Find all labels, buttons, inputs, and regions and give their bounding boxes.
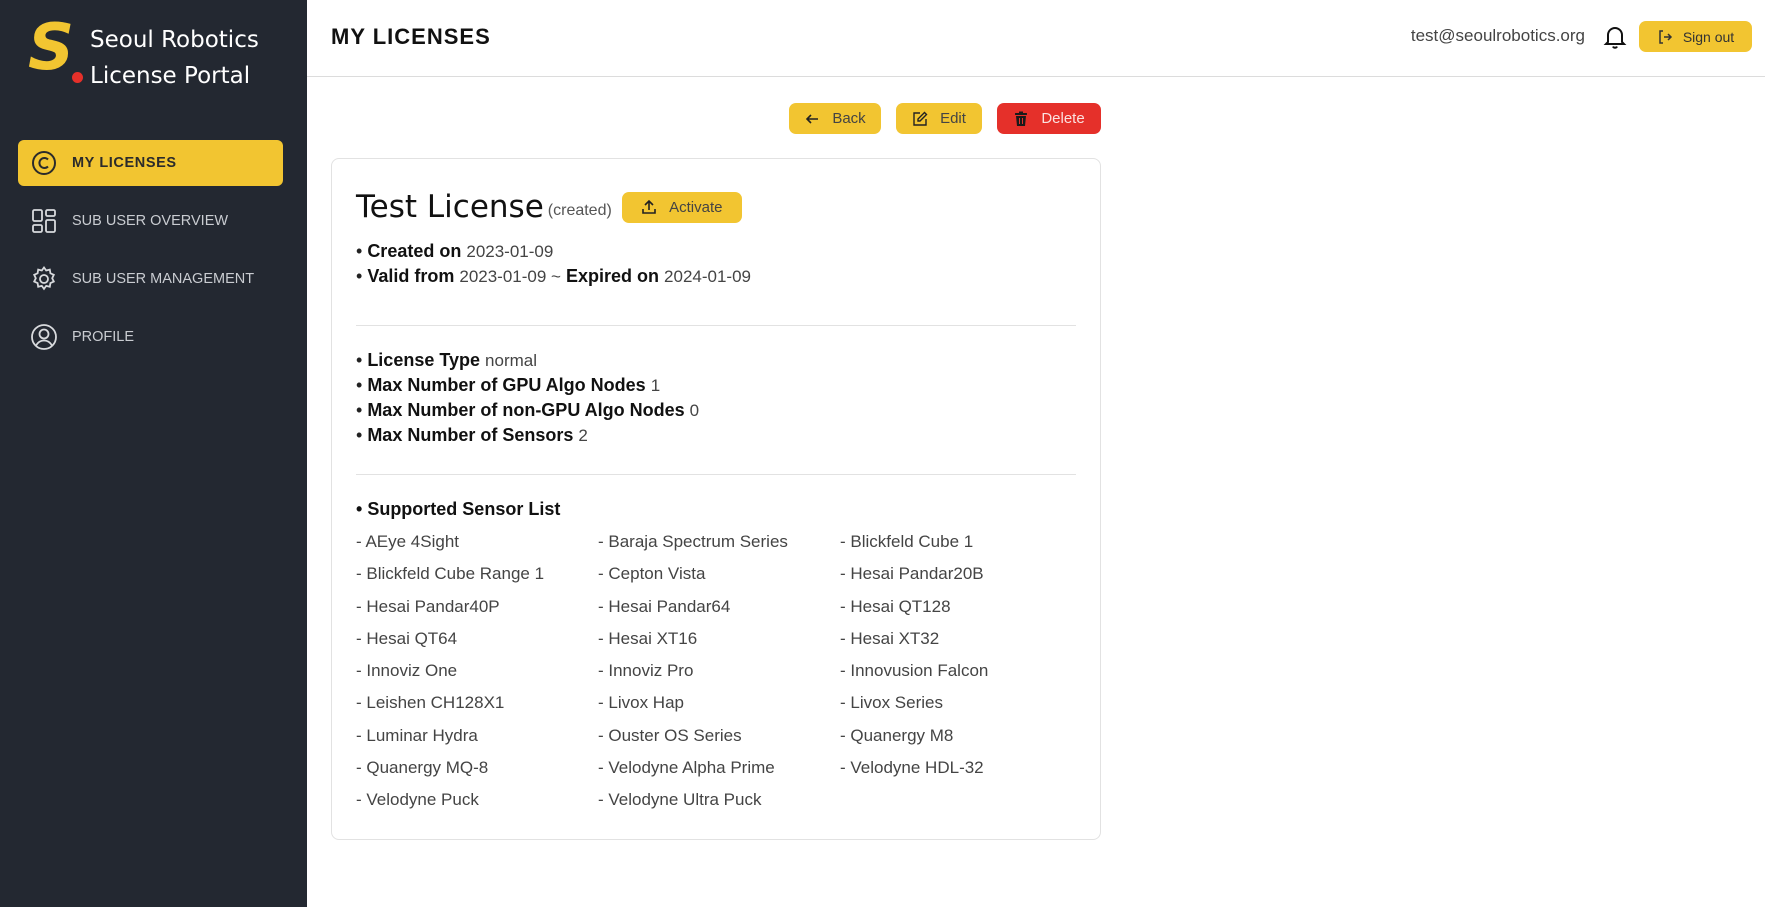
valid-from-value: 2023-01-09 ~ bbox=[459, 267, 561, 286]
list-item: - Innoviz One bbox=[356, 661, 458, 681]
sensor-list: - AEye 4Sight - Baraja Spectrum Series -… bbox=[356, 532, 1082, 823]
nongpu-nodes-row: • Max Number of non-GPU Algo Nodes 0 bbox=[356, 400, 700, 420]
arrow-left-icon bbox=[806, 113, 819, 124]
list-item: - Velodyne HDL-32 bbox=[840, 758, 984, 778]
list-item: - Quanergy M8 bbox=[840, 725, 954, 745]
list-item: - Luminar Hydra bbox=[356, 725, 478, 745]
validity-row: • Valid from 2023-01-09 ~ Expired on 202… bbox=[356, 266, 751, 286]
expired-on-label: Expired on bbox=[566, 266, 660, 286]
logo: S bbox=[28, 16, 84, 88]
bell-icon[interactable] bbox=[1603, 24, 1627, 50]
delete-button[interactable]: Delete bbox=[997, 103, 1101, 134]
list-item: - Hesai Pandar40P bbox=[356, 596, 500, 616]
brand-line-1: Seoul Robotics bbox=[90, 27, 259, 53]
sidebar-item-profile[interactable]: PROFILE bbox=[18, 314, 283, 360]
user-email: test@seoulrobotics.org bbox=[1410, 26, 1585, 45]
brand[interactable]: S Seoul Robotics License Portal bbox=[28, 16, 259, 94]
license-type-label: License Type bbox=[367, 350, 481, 370]
nongpu-nodes-label: Max Number of non-GPU Algo Nodes bbox=[367, 400, 685, 420]
logo-dot bbox=[72, 72, 83, 83]
trash-icon bbox=[1015, 111, 1028, 126]
license-header: Test License (created) Activate bbox=[356, 189, 742, 225]
back-button[interactable]: Back bbox=[789, 103, 881, 134]
list-item: - Leishen CH128X1 bbox=[356, 693, 505, 713]
list-item: - Hesai Pandar20B bbox=[840, 564, 984, 584]
gpu-nodes-value: 1 bbox=[650, 376, 661, 395]
gpu-nodes-row: • Max Number of GPU Algo Nodes 1 bbox=[356, 375, 661, 395]
list-item: - Hesai QT128 bbox=[840, 596, 951, 616]
sidebar-nav: MY LICENSES SUB USER OVERVIEW SUB USER M… bbox=[18, 140, 283, 372]
sidebar-item-sub-user-management[interactable]: SUB USER MANAGEMENT bbox=[18, 256, 283, 302]
top-header: MY LICENSES test@seoulrobotics.org Sign … bbox=[307, 0, 1765, 77]
sign-out-icon bbox=[1659, 29, 1672, 44]
list-item: - AEye 4Sight bbox=[356, 532, 460, 551]
created-on-label: Created on bbox=[367, 241, 462, 261]
activate-button[interactable]: Activate bbox=[621, 191, 742, 223]
list-item: - Velodyne Ultra Puck bbox=[598, 790, 762, 810]
list-item: - Hesai QT64 bbox=[356, 628, 458, 648]
sidebar-item-my-licenses[interactable]: MY LICENSES bbox=[18, 140, 283, 186]
edit-icon bbox=[913, 111, 928, 126]
sidebar-item-label: SUB USER MANAGEMENT bbox=[72, 271, 255, 287]
license-status: (created) bbox=[547, 202, 612, 219]
gpu-nodes-label: Max Number of GPU Algo Nodes bbox=[367, 375, 646, 395]
activate-label: Activate bbox=[669, 198, 723, 216]
sensors-row: • Max Number of Sensors 2 bbox=[356, 425, 588, 445]
grid-icon bbox=[30, 207, 58, 235]
gear-icon bbox=[30, 265, 58, 293]
limits-section: • License Type normal • Max Number of GP… bbox=[356, 348, 699, 448]
page-title: MY LICENSES bbox=[331, 24, 491, 49]
list-item: - Velodyne Alpha Prime bbox=[598, 758, 775, 778]
list-item: - Blickfeld Cube Range 1 bbox=[356, 564, 545, 584]
brand-line-2: License Portal bbox=[90, 63, 251, 89]
sign-out-button[interactable]: Sign out bbox=[1639, 21, 1752, 52]
nongpu-nodes-value: 0 bbox=[689, 401, 700, 420]
upload-icon bbox=[642, 199, 656, 214]
license-type-row: • License Type normal bbox=[356, 350, 538, 370]
sensor-list-title: • Supported Sensor List bbox=[356, 499, 561, 519]
logo-letter: S bbox=[28, 11, 75, 85]
dates-section: • Created on 2023-01-09 • Valid from 202… bbox=[356, 239, 751, 289]
list-item: - Baraja Spectrum Series bbox=[598, 532, 788, 551]
list-item: - Blickfeld Cube 1 bbox=[840, 532, 974, 551]
list-item: - Cepton Vista bbox=[598, 564, 706, 584]
created-on-value: 2023-01-09 bbox=[466, 242, 554, 261]
list-item: - Hesai XT32 bbox=[840, 628, 940, 648]
sidebar-item-sub-user-overview[interactable]: SUB USER OVERVIEW bbox=[18, 198, 283, 244]
list-item: - Livox Series bbox=[840, 693, 943, 713]
list-item: - Hesai Pandar64 bbox=[598, 596, 731, 616]
license-type-value: normal bbox=[485, 351, 538, 370]
brand-text: Seoul Robotics License Portal bbox=[90, 22, 259, 94]
sidebar: S Seoul Robotics License Portal MY LICEN… bbox=[0, 0, 307, 907]
sidebar-item-label: PROFILE bbox=[72, 329, 135, 345]
expired-on-value: 2024-01-09 bbox=[664, 267, 751, 286]
list-item: - Innoviz Pro bbox=[598, 661, 694, 681]
list-item: - Velodyne Puck bbox=[356, 790, 479, 810]
divider bbox=[356, 474, 1076, 475]
list-item: - Ouster OS Series bbox=[598, 725, 742, 745]
copyright-icon bbox=[30, 149, 58, 177]
list-item: - Livox Hap bbox=[598, 693, 684, 713]
user-circle-icon bbox=[30, 323, 58, 351]
sidebar-item-label: MY LICENSES bbox=[72, 155, 177, 171]
list-item: - Innovusion Falcon bbox=[840, 661, 989, 681]
delete-label: Delete bbox=[1041, 110, 1085, 127]
sidebar-item-label: SUB USER OVERVIEW bbox=[72, 213, 229, 229]
sensor-list-label: Supported Sensor List bbox=[367, 499, 561, 519]
list-item: - Hesai XT16 bbox=[598, 628, 698, 648]
edit-button[interactable]: Edit bbox=[896, 103, 982, 134]
created-on-row: • Created on 2023-01-09 bbox=[356, 241, 554, 261]
license-card: Test License (created) Activate • Create… bbox=[331, 158, 1101, 840]
license-name: Test License bbox=[356, 189, 544, 225]
divider bbox=[356, 325, 1076, 326]
valid-from-label: Valid from bbox=[367, 266, 455, 286]
back-label: Back bbox=[832, 110, 866, 127]
sensors-label: Max Number of Sensors bbox=[367, 425, 574, 445]
sensors-value: 2 bbox=[578, 426, 588, 445]
edit-label: Edit bbox=[940, 110, 966, 127]
list-item: - Quanergy MQ-8 bbox=[356, 758, 489, 778]
sign-out-label: Sign out bbox=[1682, 28, 1735, 45]
